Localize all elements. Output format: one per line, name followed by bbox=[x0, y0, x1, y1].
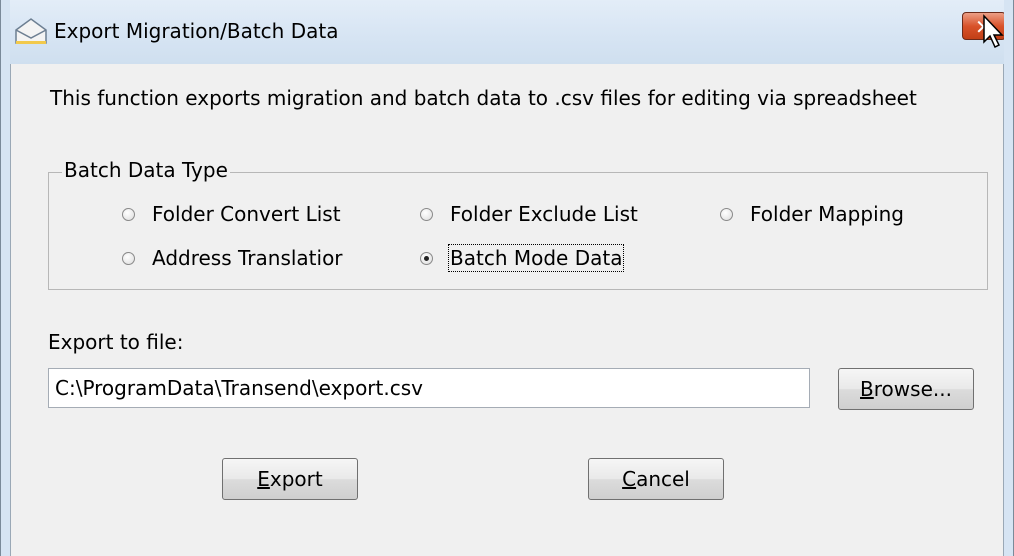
export-button[interactable]: Export bbox=[222, 458, 358, 500]
export-mnemonic: E bbox=[257, 467, 270, 491]
window-title: Export Migration/Batch Data bbox=[54, 19, 339, 43]
cancel-label: ancel bbox=[636, 467, 690, 491]
title-bar[interactable]: Export Migration/Batch Data ✕ bbox=[0, 0, 1014, 64]
browse-mnemonic: B bbox=[860, 377, 874, 401]
radio-unchecked-icon bbox=[122, 208, 135, 221]
radio-label: Folder Mapping bbox=[750, 202, 904, 226]
window-frame-right bbox=[1004, 0, 1014, 556]
window-frame-left bbox=[0, 0, 10, 556]
radio-unchecked-icon bbox=[122, 252, 135, 265]
radio-label: Batch Mode Data bbox=[447, 244, 625, 272]
browse-button[interactable]: Browse... bbox=[838, 368, 974, 410]
radio-label: Address Translatior bbox=[152, 246, 343, 270]
radio-label: Folder Convert List bbox=[152, 202, 341, 226]
export-label: xport bbox=[269, 467, 323, 491]
export-path-input[interactable] bbox=[48, 368, 810, 408]
app-envelope-icon bbox=[15, 18, 47, 44]
export-dialog: Export Migration/Batch Data ✕ This funct… bbox=[0, 0, 1014, 556]
radio-label: Folder Exclude List bbox=[450, 202, 638, 226]
radio-checked-icon bbox=[420, 252, 433, 265]
radio-unchecked-icon bbox=[720, 208, 733, 221]
group-legend: Batch Data Type bbox=[62, 158, 230, 182]
dialog-client-area bbox=[10, 64, 1004, 556]
radio-address-translation[interactable]: Address Translatior bbox=[122, 246, 362, 274]
cancel-button[interactable]: Cancel bbox=[588, 458, 724, 500]
browse-label: rowse... bbox=[873, 377, 952, 401]
description-text: This function exports migration and batc… bbox=[50, 86, 917, 110]
radio-unchecked-icon bbox=[420, 208, 433, 221]
cancel-mnemonic: C bbox=[622, 467, 637, 491]
export-to-file-label: Export to file: bbox=[48, 330, 184, 354]
